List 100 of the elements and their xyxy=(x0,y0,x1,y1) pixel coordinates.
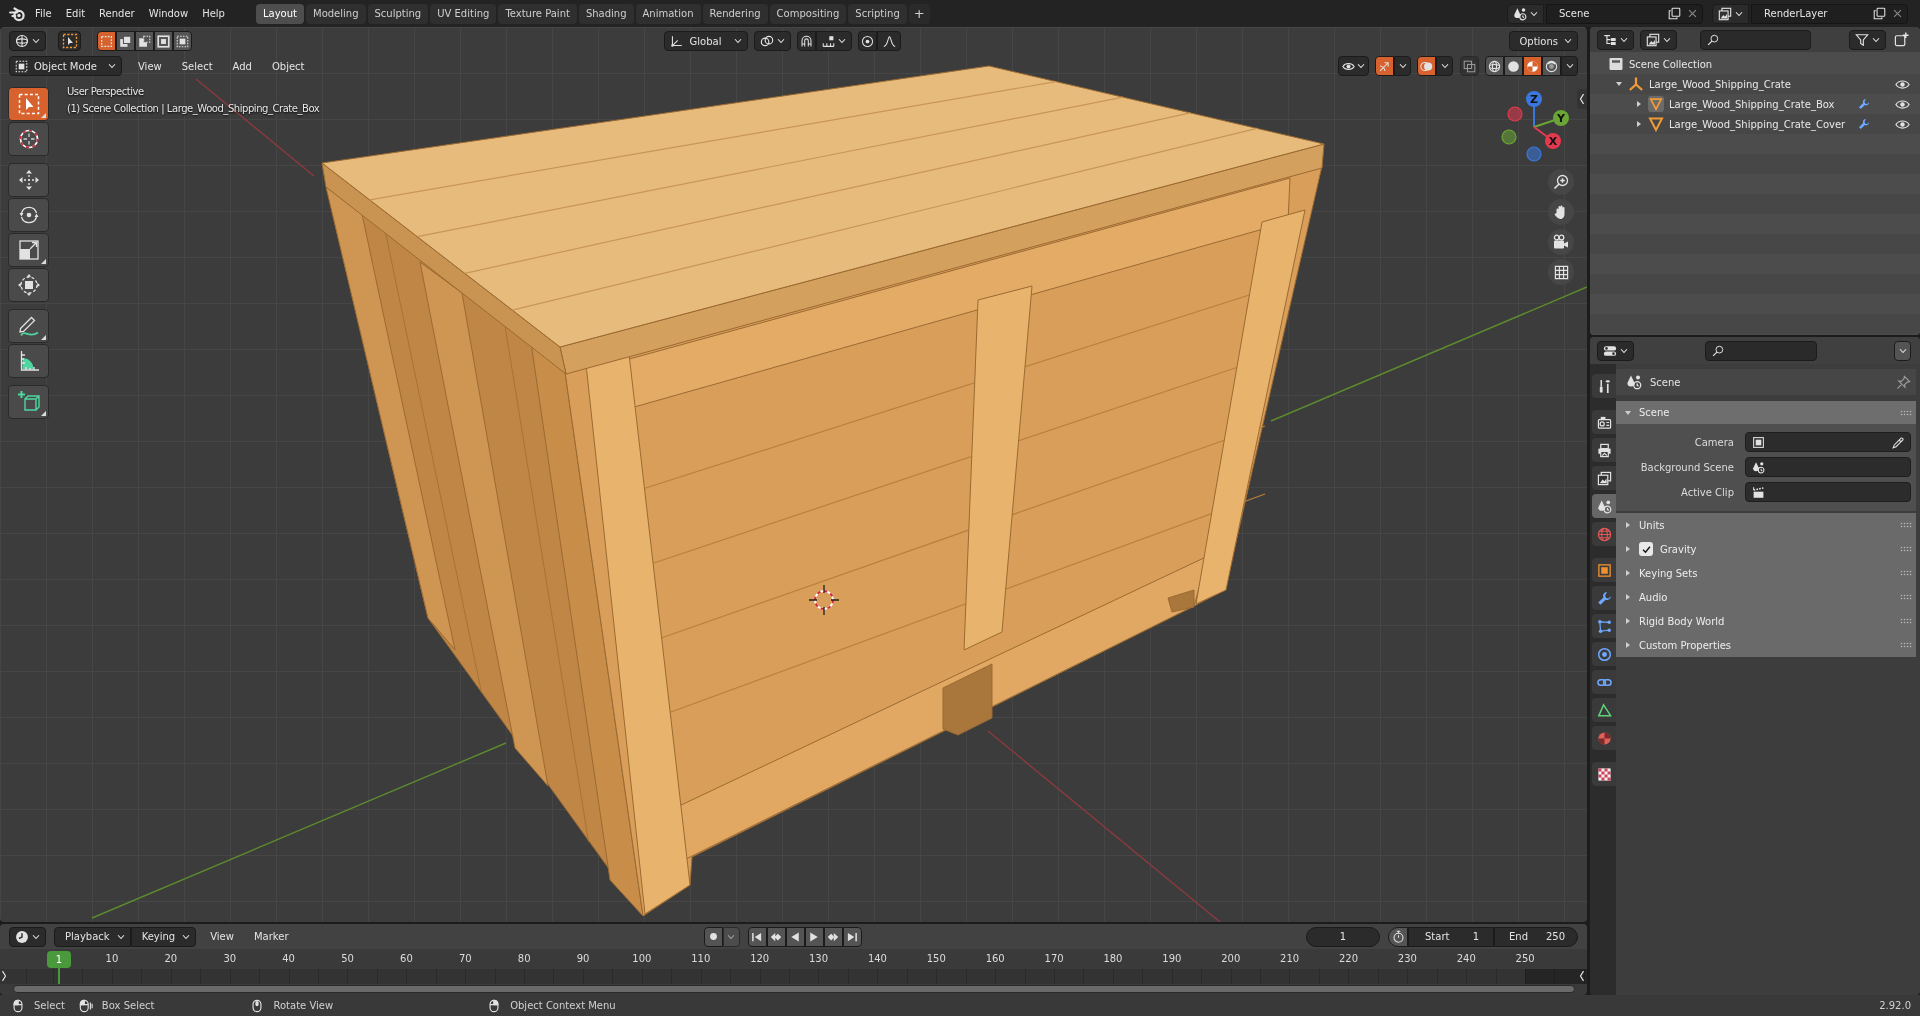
outliner-item[interactable]: Large_Wood_Shipping_Crate xyxy=(1649,78,1791,90)
properties-tab[interactable] xyxy=(1592,494,1616,518)
play-button[interactable] xyxy=(804,926,824,947)
properties-tab[interactable] xyxy=(1592,762,1616,786)
mode-dropdown[interactable]: Object Mode xyxy=(9,56,122,76)
xray-toggle[interactable] xyxy=(1460,56,1479,76)
proportional-edit-toggle[interactable] xyxy=(858,31,878,51)
panel-header[interactable]: Units xyxy=(1616,513,1916,537)
menu-dropdown[interactable]: Playback xyxy=(54,926,131,947)
menu-item[interactable]: Edit xyxy=(58,8,93,19)
gizmo-negative-axis-ball[interactable] xyxy=(1501,129,1517,145)
menu-item[interactable]: Select xyxy=(173,60,221,72)
gizmo-dropdown[interactable] xyxy=(1394,56,1411,76)
options-dropdown[interactable] xyxy=(1894,340,1911,361)
tool-button[interactable] xyxy=(8,309,49,343)
gizmo-axis-ball[interactable]: X xyxy=(1545,133,1561,149)
tool-button[interactable] xyxy=(8,87,49,121)
scene-browse-button[interactable] xyxy=(1507,3,1544,24)
shading-mode-button[interactable] xyxy=(1523,56,1542,76)
sidebar-toggle-button[interactable] xyxy=(1577,89,1587,109)
select-mode-button[interactable] xyxy=(173,31,192,51)
search-field[interactable] xyxy=(1700,29,1811,50)
workspace-tab[interactable]: Modeling xyxy=(306,3,366,24)
properties-tab[interactable] xyxy=(1592,642,1616,666)
search-field[interactable] xyxy=(1705,340,1817,361)
options-dropdown[interactable]: Options xyxy=(1509,31,1578,51)
workspace-tab[interactable]: Compositing xyxy=(769,3,847,24)
menu-dropdown[interactable]: Keying xyxy=(130,926,197,947)
pan-button[interactable] xyxy=(1548,199,1574,225)
horizontal-scrollbar[interactable] xyxy=(13,984,1575,993)
display-mode-dropdown[interactable] xyxy=(1597,29,1634,50)
add-workspace-button[interactable]: + xyxy=(908,3,930,24)
editor-type-button[interactable] xyxy=(1597,340,1634,361)
auto-keying-toggle[interactable] xyxy=(703,926,723,947)
view-layer-browse-button[interactable] xyxy=(1712,3,1749,24)
gizmo-axis-ball[interactable]: Y xyxy=(1553,110,1569,126)
menu-item[interactable]: Object xyxy=(263,60,313,72)
overlays-toggle[interactable] xyxy=(1417,56,1436,76)
menu-item[interactable]: View xyxy=(202,931,242,942)
shading-mode-button[interactable] xyxy=(1485,56,1504,76)
properties-tab[interactable] xyxy=(1592,438,1616,462)
falloff-dropdown[interactable] xyxy=(877,31,902,51)
scene-name-field[interactable]: Scene xyxy=(1546,3,1703,24)
properties-tab[interactable] xyxy=(1592,558,1616,582)
gizmo-negative-axis-ball[interactable] xyxy=(1526,146,1542,162)
menu-item[interactable]: Window xyxy=(141,8,196,19)
tool-button[interactable] xyxy=(8,122,49,156)
tool-button[interactable] xyxy=(8,163,49,197)
outliner-item[interactable]: Scene Collection xyxy=(1629,58,1713,70)
camera-view-button[interactable] xyxy=(1548,229,1574,255)
shading-mode-button[interactable] xyxy=(1504,56,1523,76)
workspace-tab[interactable]: Sculpting xyxy=(367,3,429,24)
camera-field[interactable] xyxy=(1745,432,1911,452)
jump-to-start-button[interactable] xyxy=(747,926,767,947)
start-frame-field[interactable]: Start 1 xyxy=(1408,926,1494,947)
select-mode-button[interactable] xyxy=(154,31,173,51)
gizmo-toggle[interactable] xyxy=(1375,56,1394,76)
panel-header[interactable]: Gravity xyxy=(1616,537,1916,561)
view-layer-dropdown[interactable] xyxy=(1640,29,1677,50)
jump-to-end-button[interactable] xyxy=(842,926,862,947)
auto-keying-dropdown[interactable] xyxy=(722,926,740,947)
panel-header[interactable]: Audio xyxy=(1616,585,1916,609)
zoom-button[interactable] xyxy=(1548,169,1574,195)
active-tool-button[interactable] xyxy=(58,31,81,51)
preview-range-toggle[interactable] xyxy=(1388,926,1408,947)
snap-toggle[interactable] xyxy=(797,31,817,51)
properties-tab[interactable] xyxy=(1592,614,1616,638)
properties-tab[interactable] xyxy=(1592,466,1616,490)
current-frame-field[interactable]: 1 xyxy=(1306,926,1380,947)
shading-mode-button[interactable] xyxy=(1542,56,1561,76)
gizmo-negative-axis-ball[interactable] xyxy=(1507,106,1523,122)
editor-type-button[interactable] xyxy=(9,31,46,51)
menu-item[interactable]: Help xyxy=(195,8,232,19)
workspace-tab[interactable]: Texture Paint xyxy=(498,3,577,24)
overlays-dropdown[interactable] xyxy=(1436,56,1453,76)
menu-item[interactable]: Marker xyxy=(245,931,297,942)
panel-header[interactable]: Scene xyxy=(1616,401,1916,424)
properties-tab[interactable] xyxy=(1592,374,1616,398)
outliner-item[interactable]: Large_Wood_Shipping_Crate_Box xyxy=(1669,98,1835,110)
select-mode-button[interactable] xyxy=(116,31,135,51)
visibility-dropdown[interactable] xyxy=(1338,56,1369,76)
view-layer-name-field[interactable]: RenderLayer xyxy=(1751,3,1908,24)
gizmo-axis-ball[interactable]: Z xyxy=(1526,91,1542,107)
workspace-tab[interactable]: Animation xyxy=(635,3,701,24)
properties-tab[interactable] xyxy=(1592,698,1616,722)
orientation-dropdown[interactable]: Global xyxy=(663,31,749,51)
shading-dropdown[interactable] xyxy=(1561,56,1578,76)
select-mode-button[interactable] xyxy=(135,31,154,51)
orthographic-toggle-button[interactable] xyxy=(1548,259,1574,285)
pivot-dropdown[interactable] xyxy=(754,31,792,51)
checkbox[interactable] xyxy=(1639,542,1653,556)
editor-type-button[interactable] xyxy=(9,926,46,947)
play-reverse-button[interactable] xyxy=(785,926,805,947)
panel-header[interactable]: Keying Sets xyxy=(1616,561,1916,585)
menu-item[interactable]: Render xyxy=(92,8,142,19)
menu-item[interactable]: View xyxy=(130,60,170,72)
workspace-tab[interactable]: UV Editing xyxy=(430,3,497,24)
tool-button[interactable] xyxy=(8,385,49,419)
clip-field[interactable] xyxy=(1745,482,1911,502)
filter-dropdown[interactable] xyxy=(1849,29,1886,50)
